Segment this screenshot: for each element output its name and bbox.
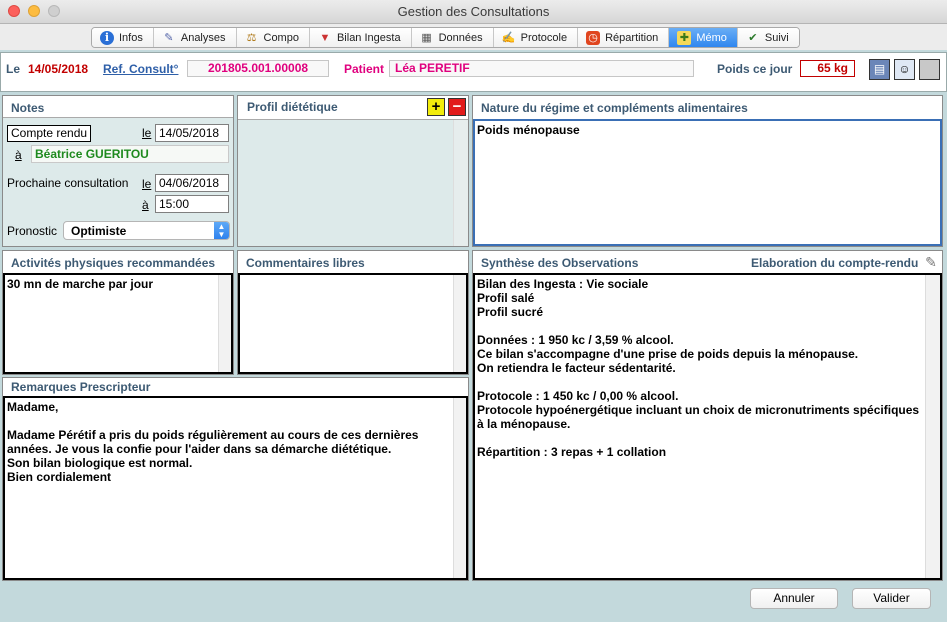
pronostic-label: Pronostic <box>7 224 58 238</box>
tab-repartition[interactable]: ◷ Répartition <box>578 28 670 47</box>
notes-title: Notes <box>11 101 45 115</box>
notes-panel: Notes Compte rendu le 14/05/2018 à Béatr… <box>2 95 234 247</box>
window-title: Gestion des Consultations <box>397 4 550 19</box>
info-icon: i <box>100 30 114 45</box>
compte-rendu-label: Compte rendu <box>7 125 92 142</box>
tab-analyses[interactable]: ✎ Analyses <box>153 28 237 47</box>
weight-label: Poids ce jour <box>717 62 793 76</box>
prochaine-consultation-label: Prochaine consultation <box>7 176 129 190</box>
empty-square-button[interactable] <box>919 59 940 80</box>
tab-bilan-ingesta[interactable]: ▼ Bilan Ingesta <box>309 28 412 47</box>
activites-panel: Activités physiques recommandées 30 mn d… <box>2 250 234 375</box>
clock-icon: ◷ <box>586 30 601 45</box>
weight-chart-icon[interactable]: ▤ <box>869 59 890 80</box>
commentaires-textarea[interactable] <box>238 273 468 374</box>
table-icon: ▦ <box>421 31 432 44</box>
commentaires-scrollbar[interactable] <box>453 275 466 372</box>
consultation-date: 14/05/2018 <box>28 62 89 76</box>
nature-regime-panel: Nature du régime et compléments alimenta… <box>472 95 943 247</box>
glass-icon: ▼ <box>319 31 331 44</box>
synthese-panel: Synthèse des Observations Elaboration du… <box>472 250 943 581</box>
prochaine-le-label: le <box>142 177 152 191</box>
activites-scrollbar[interactable] <box>218 275 231 372</box>
activites-title: Activités physiques recommandées <box>11 256 216 270</box>
elaboration-compte-rendu-label: Elaboration du compte-rendu <box>751 256 919 270</box>
profil-dietetique-list[interactable] <box>238 119 468 246</box>
activites-textarea[interactable]: 30 mn de marche par jour <box>3 273 233 374</box>
check-icon: ✔ <box>748 31 758 44</box>
pronostic-value: Optimiste <box>71 224 127 238</box>
synthese-textarea[interactable]: Bilan des Ingesta : Vie sociale Profil s… <box>473 273 942 580</box>
commentaires-panel: Commentaires libres <box>237 250 469 375</box>
tab-infos[interactable]: i Infos <box>92 28 154 47</box>
prochaine-a-label: à <box>142 198 149 212</box>
consultation-header: Le 14/05/2018 Ref. Consult° 201805.001.0… <box>0 52 947 92</box>
tab-compo[interactable]: ⚖ Compo <box>236 28 310 47</box>
tab-bar: i Infos ✎ Analyses ⚖ Compo ▼ Bilan Inges… <box>91 27 800 48</box>
add-profil-button[interactable]: + <box>427 98 445 116</box>
remarques-panel: Remarques Prescripteur Madame, Madame Pé… <box>2 377 469 581</box>
select-arrows-icon: ▲ ▼ <box>214 222 229 239</box>
tab-donnees[interactable]: ▦ Données <box>411 28 494 47</box>
cancel-button[interactable]: Annuler <box>750 588 838 609</box>
remarques-textarea[interactable]: Madame, Madame Pérétif a pris du poids r… <box>3 396 468 580</box>
validate-button[interactable]: Valider <box>852 588 931 609</box>
tab-suivi[interactable]: ✔ Suivi <box>737 28 799 47</box>
title-bar: Gestion des Consultations <box>0 0 947 24</box>
patient-label: Patient <box>344 62 385 76</box>
edit-compte-rendu-icon[interactable]: ✎ <box>922 253 940 271</box>
memo-icon: ✚ <box>677 30 692 45</box>
compte-rendu-le-label: le <box>142 126 152 140</box>
prochaine-date-field[interactable]: 04/06/2018 <box>155 174 229 192</box>
notepad-icon: ✍ <box>501 31 516 44</box>
scale-icon: ⚖ <box>246 31 257 44</box>
syringe-icon: ✎ <box>164 31 174 44</box>
tab-protocole[interactable]: ✍ Protocole <box>493 28 579 47</box>
patient-name: Léa PERETIF <box>389 60 694 77</box>
synthese-title: Synthèse des Observations <box>481 256 639 270</box>
profil-dietetique-panel: Profil diététique + − <box>237 95 469 247</box>
ref-consult-link[interactable]: Ref. Consult° <box>103 62 178 76</box>
weight-value: 65 kg <box>800 60 855 77</box>
tab-memo[interactable]: ✚ Mémo <box>669 28 738 47</box>
patients-icon[interactable]: ☺ <box>894 59 915 80</box>
compte-rendu-date-field[interactable]: 14/05/2018 <box>155 124 229 142</box>
ref-consult-value: 201805.001.00008 <box>187 60 329 77</box>
nature-regime-title: Nature du régime et compléments alimenta… <box>481 101 748 115</box>
prochaine-heure-field[interactable]: 15:00 <box>155 195 229 213</box>
profil-dietetique-title: Profil diététique <box>247 100 338 114</box>
synthese-scrollbar[interactable] <box>925 275 940 578</box>
profil-scrollbar[interactable] <box>453 120 468 246</box>
remove-profil-button[interactable]: − <box>448 98 466 116</box>
pronostic-select[interactable]: Optimiste ▲ ▼ <box>63 221 230 240</box>
date-label: Le <box>6 62 21 76</box>
remarques-scrollbar[interactable] <box>453 398 466 578</box>
destinataire-field[interactable]: Béatrice GUERITOU <box>31 145 229 163</box>
commentaires-title: Commentaires libres <box>246 256 365 270</box>
nature-regime-textarea[interactable]: Poids ménopause <box>473 119 942 246</box>
remarques-title: Remarques Prescripteur <box>11 380 151 394</box>
destinataire-a-label: à <box>15 148 22 162</box>
